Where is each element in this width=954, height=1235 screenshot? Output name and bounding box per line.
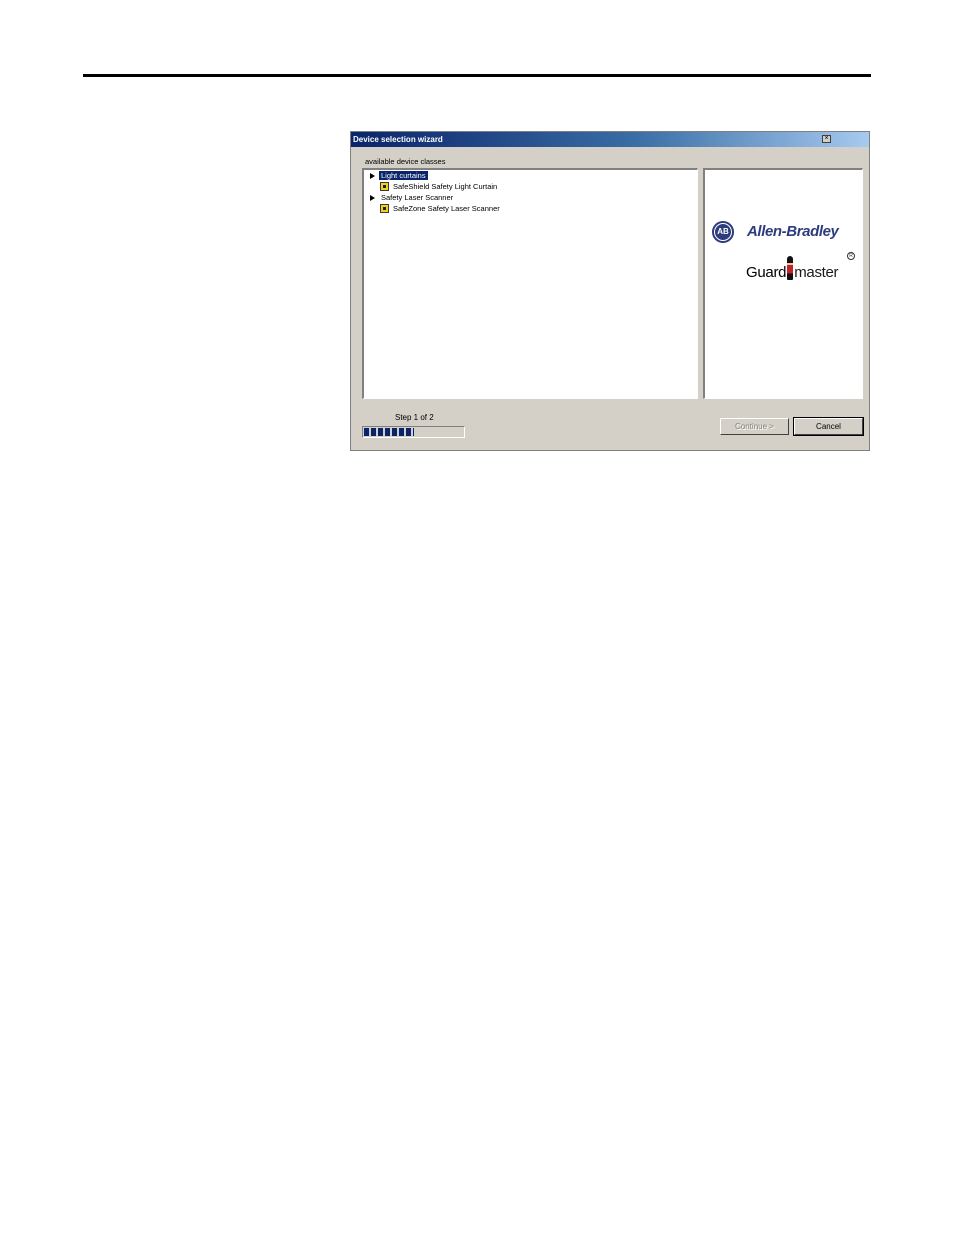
continue-button[interactable]: Continue >: [720, 418, 789, 435]
tree-item-light-curtains[interactable]: Light curtains: [379, 171, 428, 181]
step-indicator: Step 1 of 2: [395, 413, 434, 422]
tree-item-safeshield[interactable]: SafeShield Safety Light Curtain: [393, 182, 497, 192]
guardsman-icon: [787, 256, 794, 280]
page-header-rule: [83, 74, 871, 77]
tree-item-safezone[interactable]: SafeZone Safety Laser Scanner: [393, 204, 500, 214]
guardmaster-wordmark: Guard master: [746, 256, 839, 281]
wizard-progress-bar: [362, 426, 465, 438]
vendor-logo-panel: AB Allen-Bradley Guard master R: [703, 168, 863, 399]
close-icon[interactable]: ×: [822, 135, 831, 143]
guardmaster-prefix: Guard: [746, 264, 787, 281]
allen-bradley-wordmark: Allen-Bradley: [747, 223, 839, 240]
laser-scanner-icon: [380, 204, 389, 213]
device-classes-label: available device classes: [365, 157, 446, 166]
title-bar[interactable]: Device selection wizard ×: [351, 132, 869, 147]
allen-bradley-badge-icon: AB: [712, 221, 734, 243]
expand-light-curtains-icon[interactable]: [370, 173, 375, 179]
guardmaster-suffix: master: [794, 264, 839, 281]
cancel-button[interactable]: Cancel: [793, 417, 864, 436]
registered-mark-icon: R: [847, 252, 855, 260]
light-curtain-icon: [380, 182, 389, 191]
device-class-tree[interactable]: Light curtains SafeShield Safety Light C…: [362, 168, 698, 399]
device-selection-dialog: Device selection wizard × available devi…: [350, 131, 870, 451]
window-title: Device selection wizard: [353, 135, 443, 144]
tree-item-label: Light curtains: [379, 171, 428, 180]
progress-fill: [364, 428, 414, 436]
expand-laser-scanner-icon[interactable]: [370, 195, 375, 201]
tree-item-safety-laser-scanner[interactable]: Safety Laser Scanner: [381, 193, 453, 203]
